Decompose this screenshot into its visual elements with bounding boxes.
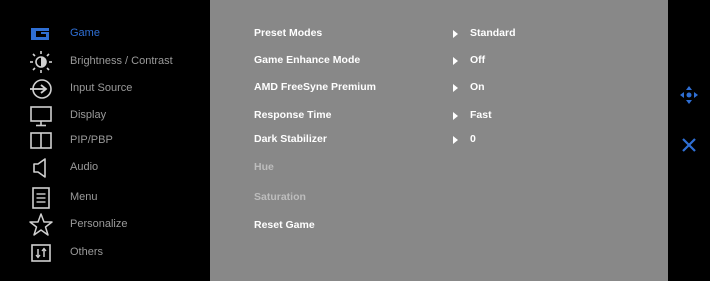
others-icon (28, 240, 54, 266)
star-icon (28, 212, 54, 238)
setting-label: Hue (254, 161, 274, 173)
pip-pbp-icon (28, 128, 54, 154)
setting-label: Dark Stabilizer (254, 133, 327, 145)
sidebar-item-display[interactable]: Display (0, 103, 210, 129)
input-source-icon (28, 76, 54, 102)
sidebar-item-label: Others (70, 246, 104, 258)
arrow-right-icon (453, 112, 458, 120)
navigate-button[interactable] (678, 84, 700, 106)
setting-value: Off (470, 54, 486, 66)
control-bar (668, 0, 710, 281)
setting-value: Standard (470, 27, 516, 39)
setting-row-hue: Hue (210, 158, 668, 178)
setting-row-preset-modes[interactable]: Preset Modes Standard (210, 24, 668, 44)
setting-row-dark-stabilizer[interactable]: Dark Stabilizer 0 (210, 130, 668, 150)
sidebar-item-label: Personalize (70, 218, 128, 230)
display-icon (28, 103, 54, 129)
setting-row-saturation: Saturation (210, 188, 668, 208)
sidebar-item-personalize[interactable]: Personalize (0, 212, 210, 238)
sidebar: Game Brightness / Contrast Input Source … (0, 0, 210, 281)
setting-label: AMD FreeSyne Premium (254, 81, 376, 93)
arrow-right-icon (453, 136, 458, 144)
setting-value: Fast (470, 109, 492, 121)
sidebar-item-label: Display (70, 109, 107, 121)
brightness-icon (28, 49, 54, 75)
arrow-right-icon (453, 57, 458, 65)
game-icon (28, 21, 54, 47)
navigate-icon (678, 84, 700, 106)
sidebar-item-label: Audio (70, 161, 99, 173)
setting-row-amd-freesync[interactable]: AMD FreeSyne Premium On (210, 78, 668, 98)
sidebar-item-game[interactable]: Game (0, 21, 210, 47)
speaker-icon (28, 155, 54, 181)
sidebar-item-input-source[interactable]: Input Source (0, 76, 210, 102)
setting-label: Reset Game (254, 219, 315, 231)
sidebar-item-label: Menu (70, 191, 98, 203)
arrow-right-icon (453, 30, 458, 38)
setting-row-game-enhance-mode[interactable]: Game Enhance Mode Off (210, 51, 668, 71)
sidebar-item-label: Game (70, 27, 100, 39)
monitor-osd: Game Brightness / Contrast Input Source … (0, 0, 710, 281)
arrow-right-icon (453, 84, 458, 92)
close-icon (678, 134, 700, 156)
setting-label: Response Time (254, 109, 332, 121)
sidebar-item-label: Brightness / Contrast (70, 55, 173, 67)
sidebar-item-audio[interactable]: Audio (0, 155, 210, 181)
setting-row-reset-game[interactable]: Reset Game (210, 216, 668, 236)
setting-row-response-time[interactable]: Response Time Fast (210, 106, 668, 126)
sidebar-item-menu[interactable]: Menu (0, 185, 210, 211)
sidebar-item-label: Input Source (70, 82, 133, 94)
close-button[interactable] (678, 134, 700, 156)
menu-icon (28, 185, 54, 211)
sidebar-item-label: PIP/PBP (70, 134, 113, 146)
setting-label: Saturation (254, 191, 306, 203)
sidebar-item-brightness-contrast[interactable]: Brightness / Contrast (0, 49, 210, 75)
setting-value: 0 (470, 133, 476, 145)
setting-label: Game Enhance Mode (254, 54, 361, 66)
setting-value: On (470, 81, 485, 93)
settings-panel: Preset Modes Standard Game Enhance Mode … (210, 0, 668, 281)
sidebar-item-pip-pbp[interactable]: PIP/PBP (0, 128, 210, 154)
sidebar-item-others[interactable]: Others (0, 240, 210, 266)
setting-label: Preset Modes (254, 27, 323, 39)
